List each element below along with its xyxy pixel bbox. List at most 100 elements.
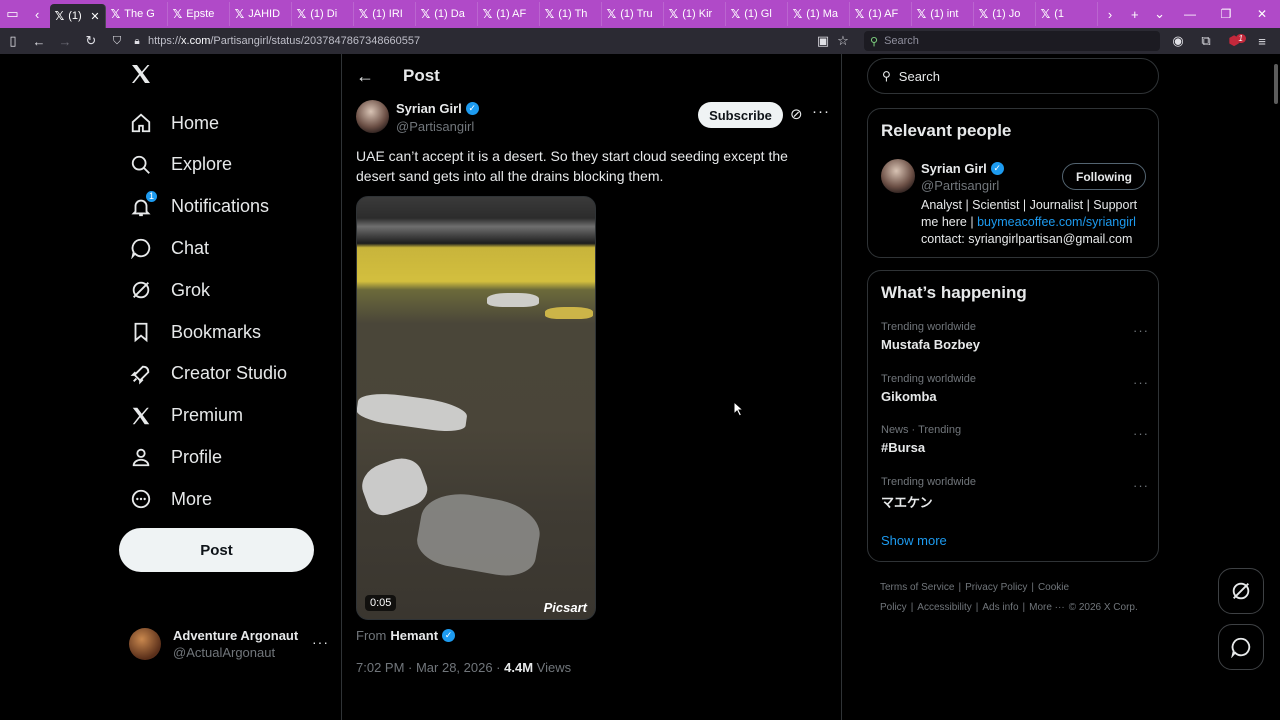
tab-label: (1) Gl xyxy=(744,8,772,20)
footer-link[interactable]: Terms of Service xyxy=(880,582,954,593)
sidebar-toggle-icon[interactable]: ▯ xyxy=(0,28,26,54)
lock-icon[interactable]: 🔒︎ xyxy=(130,28,144,54)
author-name-link[interactable]: Syrian Girl ✓ xyxy=(396,101,479,116)
browser-tab[interactable]: 𝕏 (1) AF xyxy=(478,2,540,26)
nav-item-bookmarks[interactable]: Bookmarks xyxy=(129,311,261,353)
browser-search-input[interactable]: ⚲ Search xyxy=(864,31,1160,51)
post-timestamp[interactable]: 7:02 PM · Mar 28, 2026 · xyxy=(356,660,501,675)
url-bar[interactable]: https://x.com/Partisangirl/status/203784… xyxy=(148,35,788,47)
grok-fab[interactable] xyxy=(1218,568,1264,614)
source-name-link[interactable]: Hemant xyxy=(390,628,438,643)
browser-tab[interactable]: 𝕏 (1) Di xyxy=(292,2,354,26)
nav-item-notifications[interactable]: 1 Notifications xyxy=(129,186,269,228)
footer-link[interactable]: Privacy Policy xyxy=(965,582,1027,593)
person-bio: Analyst | Scientist | Journalist | Suppo… xyxy=(921,198,1138,246)
browser-tab[interactable]: 𝕏 (1) int xyxy=(912,2,974,26)
new-tab-icon[interactable]: + xyxy=(1122,0,1147,28)
forward-icon[interactable]: → xyxy=(52,28,78,54)
browser-tab[interactable]: 𝕏 (1) Ma xyxy=(788,2,850,26)
account-icon[interactable]: ◉ xyxy=(1164,33,1192,49)
ublock-icon[interactable]: ⬢ 1 xyxy=(1220,33,1248,49)
extensions-icon[interactable]: ⧉ xyxy=(1192,33,1220,49)
x-logo-icon[interactable] xyxy=(129,62,157,90)
avatar[interactable] xyxy=(881,159,915,193)
back-icon[interactable]: ← xyxy=(26,28,52,54)
messages-fab[interactable] xyxy=(1218,624,1264,670)
shield-icon[interactable]: ⛉ xyxy=(104,28,130,54)
person-handle[interactable]: @Partisangirl xyxy=(921,178,999,193)
browser-tab[interactable]: 𝕏 (1) Jo xyxy=(974,2,1036,26)
nav-item-chat[interactable]: Chat xyxy=(129,227,209,269)
footer-link[interactable]: Accessibility xyxy=(917,602,971,613)
browser-tab[interactable]: 𝕏 JAHID xyxy=(230,2,292,26)
grok-icon[interactable]: ⊘ xyxy=(790,105,803,123)
browser-tab[interactable]: 𝕏 The G xyxy=(106,2,168,26)
rocket-icon xyxy=(129,362,153,386)
browser-tab[interactable]: 𝕏 (1) IRI xyxy=(354,2,416,26)
following-button[interactable]: Following xyxy=(1062,163,1146,190)
browser-tab[interactable]: 𝕏 (1) AF xyxy=(850,2,912,26)
browser-tab[interactable]: 𝕏 (1) Da xyxy=(416,2,478,26)
tab-list-icon[interactable]: ⌄ xyxy=(1147,0,1172,28)
minimize-icon[interactable]: — xyxy=(1172,7,1208,21)
tab-label: (1) Da xyxy=(434,8,465,20)
nav-item-home[interactable]: Home xyxy=(129,102,219,144)
person-name-link[interactable]: Syrian Girl ✓ xyxy=(921,161,1004,176)
avatar[interactable] xyxy=(356,100,389,133)
footer-link[interactable]: Ads info xyxy=(982,602,1018,613)
search-input[interactable]: ⚲ Search xyxy=(867,58,1159,94)
back-arrow-icon[interactable]: ← xyxy=(356,66,374,87)
more-dots-icon[interactable]: ··· xyxy=(812,103,830,120)
trend-item[interactable]: Trending worldwide マエケン ··· xyxy=(881,476,1151,516)
more-dots-icon[interactable]: ··· xyxy=(1133,375,1149,390)
x-favicon-icon: 𝕏 xyxy=(482,7,493,21)
trend-context: Trending worldwide xyxy=(881,372,976,385)
restore-icon[interactable]: ❐ xyxy=(1208,7,1244,21)
author-handle[interactable]: @Partisangirl xyxy=(396,119,474,134)
browser-tab[interactable]: 𝕏 (1 xyxy=(1036,2,1098,26)
nav-item-grok[interactable]: Grok xyxy=(129,269,210,311)
browser-tab[interactable]: 𝕏 (1) Tru xyxy=(602,2,664,26)
trend-item[interactable]: News · Trending #Bursa ··· xyxy=(881,424,1151,464)
browser-tab[interactable]: 𝕏 (1) Th xyxy=(540,2,602,26)
subscribe-button[interactable]: Subscribe xyxy=(698,102,783,128)
video-duration: 0:05 xyxy=(365,595,397,611)
nav-item-premium[interactable]: Premium xyxy=(129,395,243,437)
menu-icon[interactable]: ≡ xyxy=(1248,34,1276,49)
home-icon xyxy=(129,111,153,135)
nav-item-creator-studio[interactable]: Creator Studio xyxy=(129,353,287,395)
page-scrollbar[interactable] xyxy=(1274,64,1278,104)
close-window-icon[interactable]: ✕ xyxy=(1244,7,1280,21)
x-favicon-icon: 𝕏 xyxy=(1040,7,1051,21)
show-more-link[interactable]: Show more xyxy=(881,533,947,548)
nav-item-explore[interactable]: Explore xyxy=(129,144,232,186)
account-switcher[interactable]: Adventure Argonaut @ActualArgonaut ··· xyxy=(129,624,329,664)
trend-title: マエケン xyxy=(881,495,933,511)
browser-tab[interactable]: 𝕏 (1) Kir xyxy=(664,2,726,26)
more-dots-icon[interactable]: ··· xyxy=(1133,426,1149,441)
tab-scroll-left-icon[interactable]: ‹ xyxy=(25,0,50,28)
reload-icon[interactable]: ↻ xyxy=(78,28,104,54)
trend-item[interactable]: Trending worldwide Gikomba ··· xyxy=(881,373,1151,413)
more-dots-icon[interactable]: ··· xyxy=(312,634,329,650)
tab-scroll-right-icon[interactable]: › xyxy=(1098,0,1123,28)
browser-tab[interactable]: 𝕏 (1) ✕ xyxy=(49,4,106,28)
tab-label: (1) IRI xyxy=(372,8,403,20)
footer-separator: | xyxy=(1031,582,1034,593)
bio-link[interactable]: buymeacoffee.com/syriangirl xyxy=(977,215,1136,229)
footer-link[interactable]: More ··· xyxy=(1029,602,1065,613)
video-player[interactable]: 0:05 Picsart xyxy=(356,196,596,620)
more-dots-icon[interactable]: ··· xyxy=(1133,323,1149,338)
post-button[interactable]: Post xyxy=(119,528,314,572)
nav-item-profile[interactable]: Profile xyxy=(129,436,222,478)
footer-separator: | xyxy=(910,602,914,613)
trend-item[interactable]: Trending worldwide Mustafa Bozbey ··· xyxy=(881,321,1151,361)
tab-overview-icon[interactable]: ▭ xyxy=(0,0,25,28)
more-dots-icon[interactable]: ··· xyxy=(1133,478,1149,493)
browser-tab[interactable]: 𝕏 Epste xyxy=(168,2,230,26)
bookmark-star-icon[interactable]: ☆ xyxy=(830,28,856,54)
footer-separator: | xyxy=(975,602,979,613)
close-tab-icon[interactable]: ✕ xyxy=(90,10,99,23)
nav-item-more[interactable]: More xyxy=(129,478,212,520)
browser-tab[interactable]: 𝕏 (1) Gl xyxy=(726,2,788,26)
